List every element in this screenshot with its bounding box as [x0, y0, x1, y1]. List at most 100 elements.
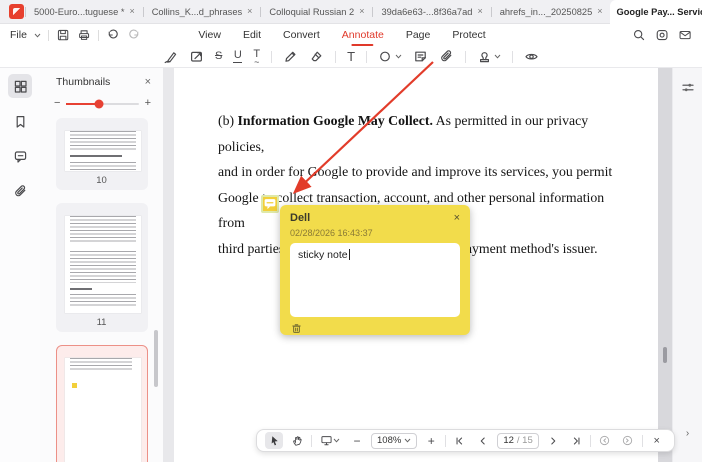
menu-protect[interactable]: Protect	[452, 26, 485, 44]
zoom-level-select[interactable]: 108%	[371, 432, 418, 449]
back-circle-icon	[600, 435, 610, 446]
panel-close-button[interactable]: ×	[145, 76, 151, 88]
slider-track[interactable]	[66, 99, 139, 108]
file-menu[interactable]: File	[10, 29, 27, 41]
collapse-panel-button[interactable]: ›	[686, 428, 689, 439]
tab-close-icon[interactable]: ×	[597, 7, 602, 16]
tab-4[interactable]: 39da6e63-...8f36a7ad ×	[374, 0, 489, 24]
last-page-icon	[573, 437, 580, 444]
divider	[366, 50, 368, 63]
underline-tool-button[interactable]: U	[233, 49, 243, 64]
current-page-value[interactable]: 12	[503, 435, 514, 446]
tab-close-icon[interactable]: ×	[477, 7, 482, 16]
note-close-button[interactable]: ×	[454, 212, 460, 224]
paperclip-icon	[441, 50, 452, 62]
highlight-tool-button[interactable]	[163, 49, 178, 64]
panel-scrollbar-thumb[interactable]	[154, 330, 158, 387]
thumbnail-page-11[interactable]: 11	[55, 203, 148, 332]
stamp-tool-button[interactable]	[477, 49, 501, 64]
tab-6-active[interactable]: Google Pay... Service * ×	[609, 0, 702, 24]
history-back-button[interactable]	[596, 432, 614, 449]
menu-page[interactable]: Page	[406, 26, 431, 44]
note-author: Dell	[290, 212, 311, 224]
tab-3[interactable]: Colloquial Russian 2 ×	[262, 0, 371, 24]
tab-2[interactable]: Collins_K...d_phrases ×	[145, 0, 260, 24]
slider-plus-button[interactable]: +	[145, 98, 151, 109]
tab-bar: 5000-Euro...tuguese * × Collins_K...d_ph…	[0, 0, 702, 24]
thumbnail-size-slider: − +	[40, 88, 163, 109]
divider	[271, 50, 273, 63]
trash-icon	[292, 324, 301, 333]
document-scrollbar[interactable]	[658, 68, 672, 462]
close-toolbar-button[interactable]: ×	[648, 432, 666, 449]
hand-tool-button[interactable]	[288, 432, 306, 449]
forward-circle-icon	[623, 435, 633, 446]
redo-icon[interactable]	[127, 28, 141, 42]
undo-icon[interactable]	[106, 28, 120, 42]
squiggly-tool-button[interactable]: T ~	[253, 49, 260, 67]
previous-page-button[interactable]	[474, 432, 492, 449]
attachments-panel-button[interactable]	[8, 179, 32, 203]
divider	[47, 29, 49, 41]
tab-label: Google Pay... Service *	[616, 6, 702, 17]
first-page-button[interactable]	[451, 432, 469, 449]
thumbnail-page-number: 11	[96, 317, 107, 328]
thumbnail-image	[64, 131, 141, 171]
strikethrough-icon: S	[214, 50, 223, 62]
zoom-out-button[interactable]: −	[348, 432, 366, 449]
strikethrough-tool-button[interactable]: S	[215, 51, 222, 62]
menu-view[interactable]: View	[198, 26, 221, 44]
search-icon[interactable]	[632, 28, 646, 42]
comments-panel-button[interactable]	[8, 144, 32, 168]
properties-sliders-icon[interactable]	[680, 80, 695, 95]
print-icon[interactable]	[77, 28, 91, 42]
tab-close-icon[interactable]: ×	[247, 7, 252, 16]
monitor-icon	[321, 436, 332, 446]
next-page-button[interactable]	[544, 432, 562, 449]
area-highlight-icon	[190, 51, 202, 62]
thumbnail-image	[64, 358, 141, 462]
menu-edit[interactable]: Edit	[243, 26, 261, 44]
shapes-tool-button[interactable]	[378, 49, 402, 64]
zoom-in-button[interactable]: +	[422, 432, 440, 449]
menu-convert[interactable]: Convert	[283, 26, 320, 44]
underline-icon: U	[233, 49, 243, 64]
last-page-button[interactable]	[567, 432, 585, 449]
history-forward-button[interactable]	[619, 432, 637, 449]
thumbnail-page-12-selected[interactable]: 12	[55, 345, 148, 462]
thumbnail-page-10[interactable]: 10	[55, 118, 148, 190]
attachment-tool-button[interactable]	[439, 49, 454, 64]
bookmarks-panel-button[interactable]	[8, 109, 32, 133]
tab-close-icon[interactable]: ×	[129, 7, 134, 16]
save-icon[interactable]	[56, 28, 70, 42]
chevron-down-icon	[333, 438, 340, 443]
tab-label: 39da6e63-...8f36a7ad	[381, 6, 473, 17]
slider-handle[interactable]	[94, 99, 104, 108]
pencil-tool-button[interactable]	[283, 49, 298, 64]
text-caret	[348, 249, 350, 260]
note-delete-button[interactable]	[290, 322, 303, 340]
view-mode-button[interactable]	[317, 432, 343, 449]
area-highlight-tool-button[interactable]	[189, 49, 204, 64]
menu-annotate[interactable]: Annotate	[342, 26, 384, 44]
panel-splitter[interactable]	[163, 68, 174, 462]
mail-icon[interactable]	[678, 28, 692, 42]
slider-minus-button[interactable]: −	[54, 98, 60, 109]
thumbnails-panel-button[interactable]	[8, 74, 32, 98]
panel-title: Thumbnails	[56, 76, 111, 88]
note-textarea[interactable]: sticky note	[290, 243, 460, 317]
screenshot-icon[interactable]	[655, 28, 669, 42]
select-tool-button[interactable]	[265, 432, 283, 449]
document-page[interactable]: (b) Information Google May Collect. As p…	[174, 68, 658, 462]
sticky-note-tool-button[interactable]	[413, 49, 428, 64]
sticky-note-annotation-icon[interactable]	[261, 195, 279, 213]
tab-1[interactable]: 5000-Euro...tuguese * ×	[27, 0, 142, 24]
scrollbar-thumb[interactable]	[663, 347, 667, 363]
tab-5[interactable]: ahrefs_in..._20250825 ×	[493, 0, 610, 24]
note-bubble-icon	[264, 199, 276, 210]
eraser-tool-button[interactable]	[309, 49, 324, 64]
page-number-input[interactable]: 12 / 15	[497, 432, 539, 449]
preview-tool-button[interactable]	[524, 49, 539, 64]
text-tool-button[interactable]: T	[347, 50, 355, 63]
tab-close-icon[interactable]: ×	[359, 7, 364, 16]
